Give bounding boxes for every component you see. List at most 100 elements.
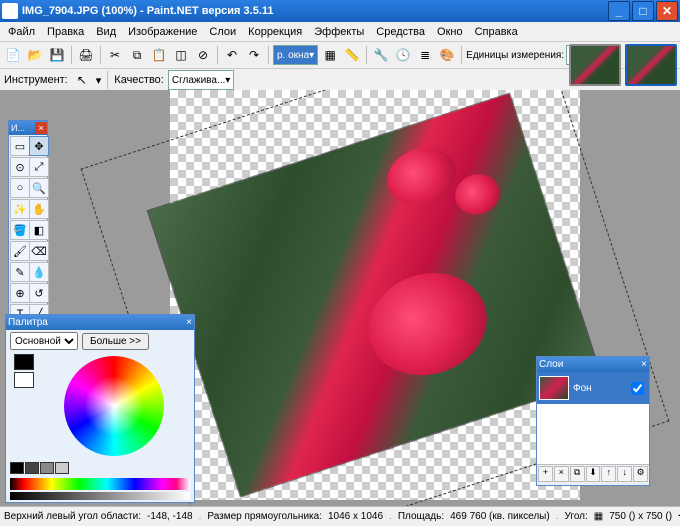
maximize-button[interactable]: □: [632, 1, 654, 21]
separator: [107, 71, 108, 89]
layer-item[interactable]: Фон: [537, 372, 649, 404]
close-icon[interactable]: ×: [186, 317, 192, 328]
layer-visible-checkbox[interactable]: [631, 382, 644, 395]
merge-layer-button[interactable]: ⬇: [586, 466, 601, 482]
gray-strip[interactable]: [10, 492, 190, 500]
tool-zoom[interactable]: 🔍: [29, 178, 49, 198]
separator: [461, 46, 462, 64]
undo-button[interactable]: ↶: [222, 45, 242, 65]
layers-header[interactable]: Слои ×: [537, 357, 649, 372]
tool-picker[interactable]: 💧: [29, 262, 49, 282]
redo-button[interactable]: ↷: [244, 45, 264, 65]
colors-window-button[interactable]: 🎨: [437, 45, 457, 65]
menu-adjust[interactable]: Коррекция: [242, 24, 308, 40]
tool-recolor[interactable]: ↺: [29, 283, 49, 303]
close-button[interactable]: ✕: [656, 1, 678, 21]
palette-panel: Палитра × Основной Больше >>: [5, 314, 195, 503]
tool-ellipse-select[interactable]: ○: [10, 178, 30, 198]
close-icon[interactable]: ×: [641, 359, 647, 370]
app-icon: [2, 3, 18, 19]
tool-move-selection[interactable]: ⤢: [29, 157, 49, 177]
menu-tools[interactable]: Средства: [370, 24, 431, 40]
cut-button[interactable]: ✂: [105, 45, 125, 65]
tool-window-button[interactable]: 🔧: [371, 45, 391, 65]
menu-window[interactable]: Окно: [431, 24, 469, 40]
current-tool-icon[interactable]: ↖: [72, 70, 92, 90]
menu-file[interactable]: Файл: [2, 24, 41, 40]
instrument-label: Инструмент:: [4, 74, 68, 86]
preset-color[interactable]: [25, 462, 39, 474]
quality-label: Качество:: [114, 74, 164, 86]
preset-color[interactable]: [40, 462, 54, 474]
tool-gradient[interactable]: ◧: [29, 220, 49, 240]
image-thumbnails: [569, 44, 677, 86]
delete-layer-button[interactable]: ×: [554, 466, 569, 482]
deselect-button[interactable]: ⊘: [193, 45, 213, 65]
secondary-color[interactable]: [14, 372, 34, 388]
quality-select[interactable]: Сглажива... ▾: [168, 70, 234, 90]
color-mode-select[interactable]: Основной: [10, 332, 78, 350]
tool-pencil[interactable]: ✎: [10, 262, 30, 282]
ruler-button[interactable]: 📏: [342, 45, 362, 65]
units-label: Единицы измерения:: [466, 50, 564, 61]
menu-view[interactable]: Вид: [90, 24, 122, 40]
tool-eraser[interactable]: ⌫: [29, 241, 49, 261]
status-angle-label: Угол:: [564, 511, 587, 522]
preset-color[interactable]: [55, 462, 69, 474]
menu-help[interactable]: Справка: [469, 24, 524, 40]
tool-magic-wand[interactable]: ✨: [10, 199, 30, 219]
tool-rect-select[interactable]: ▭: [10, 136, 30, 156]
menu-layers[interactable]: Слои: [203, 24, 242, 40]
image-thumb-2[interactable]: [625, 44, 677, 86]
tool-lasso[interactable]: ⊙: [10, 157, 30, 177]
palette-header[interactable]: Палитра ×: [6, 315, 194, 330]
crop-button[interactable]: ◫: [171, 45, 191, 65]
status-sel-size: 750 () x 750 (): [609, 511, 672, 522]
tool-move[interactable]: ✥: [29, 136, 49, 156]
history-window-button[interactable]: 🕓: [393, 45, 413, 65]
tool-brush[interactable]: 🖌: [10, 241, 30, 261]
primary-color[interactable]: [14, 354, 34, 370]
layers-empty: [537, 404, 649, 464]
tools-panel-header[interactable]: И... ×: [9, 121, 47, 135]
minimize-button[interactable]: _: [608, 1, 630, 21]
separator: [268, 46, 269, 64]
save-button[interactable]: 💾: [47, 45, 67, 65]
color-strip[interactable]: [10, 478, 190, 490]
layer-thumb: [539, 376, 569, 400]
layer-name: Фон: [573, 383, 592, 394]
open-button[interactable]: 📂: [25, 45, 45, 65]
preset-color[interactable]: [10, 462, 24, 474]
titlebar: IMG_7904.JPG (100%) - Paint.NET версия 3…: [0, 0, 680, 22]
new-button[interactable]: 📄: [3, 45, 23, 65]
selection-icon: ▦: [594, 511, 603, 523]
print-button[interactable]: 🖨: [76, 45, 96, 65]
layer-up-button[interactable]: ↑: [601, 466, 616, 482]
menu-effects[interactable]: Эффекты: [308, 24, 370, 40]
layers-window-button[interactable]: ≣: [415, 45, 435, 65]
more-button[interactable]: Больше >>: [82, 333, 149, 350]
color-wheel[interactable]: [64, 356, 164, 456]
duplicate-layer-button[interactable]: ⧉: [570, 466, 585, 482]
tool-clone[interactable]: ⊕: [10, 283, 30, 303]
paste-button[interactable]: 📋: [149, 45, 169, 65]
menu-image[interactable]: Изображение: [122, 24, 203, 40]
status-area-value: 469 760 (кв. пикселы): [450, 511, 550, 522]
image-content: [379, 139, 463, 213]
image-content: [450, 168, 505, 220]
close-icon[interactable]: ×: [35, 122, 47, 134]
status-area-label: Площадь:: [398, 511, 444, 522]
layers-panel: Слои × Фон + × ⧉ ⬇ ↑ ↓ ⚙: [536, 356, 650, 486]
add-layer-button[interactable]: +: [538, 466, 553, 482]
copy-button[interactable]: ⧉: [127, 45, 147, 65]
tool-fill[interactable]: 🪣: [10, 220, 30, 240]
layer-props-button[interactable]: ⚙: [633, 466, 648, 482]
tool-pan[interactable]: ✋: [29, 199, 49, 219]
menu-edit[interactable]: Правка: [41, 24, 90, 40]
status-corner-value: -148, -148: [147, 511, 193, 522]
image-thumb-1[interactable]: [569, 44, 621, 86]
grid-button[interactable]: ▦: [320, 45, 340, 65]
layer-down-button[interactable]: ↓: [617, 466, 632, 482]
zoom-fit-select[interactable]: р. окна ▾: [273, 45, 318, 65]
canvas[interactable]: [170, 90, 580, 500]
